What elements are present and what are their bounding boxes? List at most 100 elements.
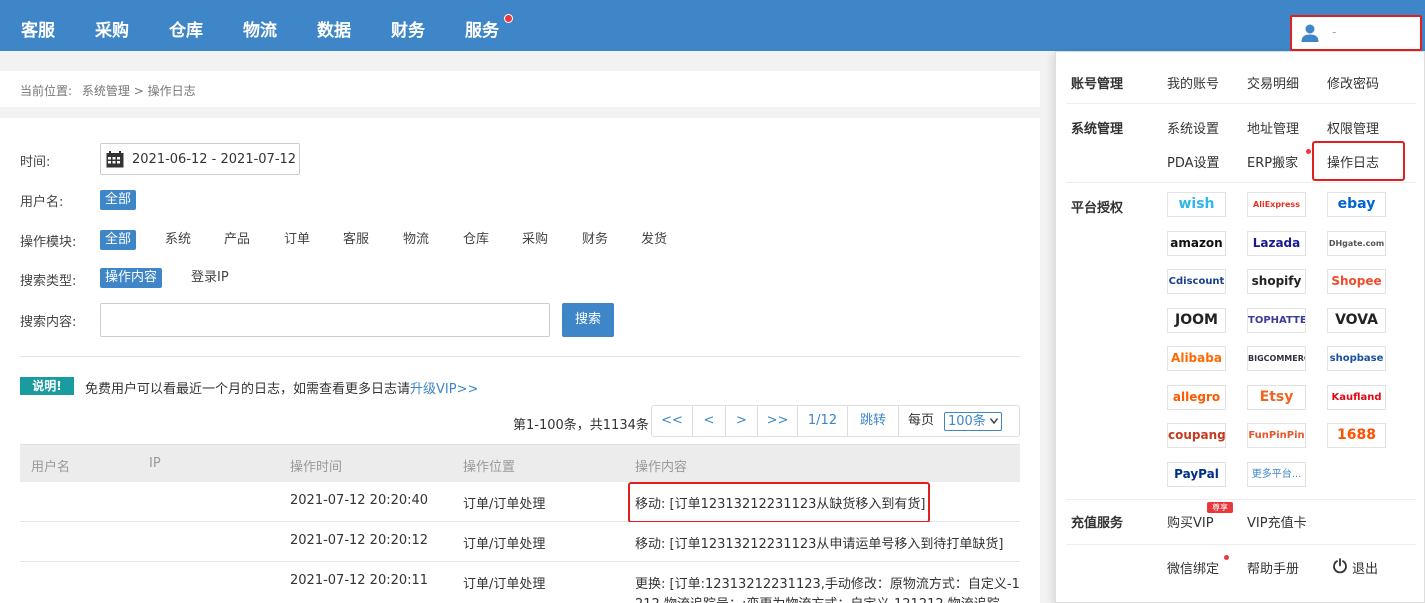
platform-logo-5[interactable]: DHgate.com: [1327, 231, 1386, 256]
cell-location: 订单/订单处理: [463, 497, 546, 512]
platform-logo-14[interactable]: shopbase: [1327, 346, 1386, 371]
platform-logo-6[interactable]: Cdiscount: [1167, 269, 1226, 294]
logout-link[interactable]: 退出: [1352, 558, 1378, 577]
page-jump-button[interactable]: 跳转: [848, 406, 899, 436]
breadcrumb-section[interactable]: 系统管理: [82, 84, 130, 98]
platform-logo-3[interactable]: amazon: [1167, 231, 1226, 256]
table-header: 用户名 IP 操作时间 操作位置 操作内容: [20, 444, 1020, 482]
platform-logo-16[interactable]: Etsy: [1247, 385, 1306, 410]
module-filter-label: 操作模块:: [20, 235, 77, 250]
top-nav: 客服 采购 仓库 物流 数据 财务 服务 -: [0, 0, 1425, 51]
search-type-login-ip[interactable]: 登录IP: [186, 268, 234, 288]
breadcrumb-bar: 当前位置: 系统管理 > 操作日志: [0, 71, 1040, 107]
platform-logo-13[interactable]: BIGCOMMERCE: [1247, 346, 1306, 371]
module-chip-product[interactable]: 产品: [219, 230, 255, 250]
search-input[interactable]: [100, 303, 550, 337]
panel-divider: [1066, 182, 1416, 183]
cell-content: 更换: [订单:12313212231123,手动修改：原物流方式：自定义-12…: [635, 577, 1020, 592]
upgrade-vip-link[interactable]: 升级VIP>>: [410, 382, 478, 397]
module-chip-purchase[interactable]: 采购: [517, 230, 553, 250]
vip-card-link[interactable]: VIP充值卡: [1247, 512, 1307, 531]
divider: [20, 356, 1020, 357]
notice-message: 免费用户可以看最近一个月的日志，如需查看更多日志请: [85, 382, 411, 397]
panel-divider: [1066, 103, 1416, 104]
my-account-link[interactable]: 我的账号: [1167, 73, 1219, 92]
buy-vip-link[interactable]: 购买VIP: [1167, 512, 1214, 531]
platform-logo-1[interactable]: AliExpress: [1247, 192, 1306, 217]
platform-logo-20[interactable]: 1688: [1327, 423, 1386, 448]
platform-logo-15[interactable]: allegro: [1167, 385, 1226, 410]
nav-item-finance[interactable]: 财务: [391, 0, 425, 51]
user-dropdown-panel: 账号管理 我的账号 交易明细 修改密码 系统管理 系统设置 地址管理 权限管理 …: [1055, 51, 1425, 603]
record-count: 第1-100条，共1134条: [513, 418, 649, 433]
per-page-select[interactable]: 100条: [944, 412, 1002, 431]
wechat-bind-link[interactable]: 微信绑定: [1167, 558, 1219, 577]
nav-item-service[interactable]: 服务: [465, 0, 499, 51]
platform-logo-10[interactable]: TOPHATTER: [1247, 308, 1306, 333]
date-range-picker[interactable]: 2021-06-12 - 2021-07-12: [100, 143, 300, 175]
user-icon: [1301, 24, 1319, 42]
page-next-button[interactable]: >: [726, 406, 758, 436]
module-chip-shipping[interactable]: 发货: [636, 230, 672, 250]
address-management-link[interactable]: 地址管理: [1247, 118, 1299, 137]
platform-logo-7[interactable]: shopify: [1247, 269, 1306, 294]
page-indicator[interactable]: 1/12: [798, 406, 848, 436]
transactions-link[interactable]: 交易明细: [1247, 73, 1299, 92]
chevron-down-icon: [990, 418, 998, 424]
module-chip-system[interactable]: 系统: [160, 230, 196, 250]
nav-item-purchase[interactable]: 采购: [95, 0, 129, 51]
table-row: 2021-07-12 20:20:11 订单/订单处理 更换: [订单:1231…: [20, 562, 1020, 603]
module-chip-finance[interactable]: 财务: [577, 230, 613, 250]
nav-item-customer-service[interactable]: 客服: [21, 0, 55, 51]
nav-item-warehouse[interactable]: 仓库: [169, 0, 203, 51]
help-manual-link[interactable]: 帮助手册: [1247, 558, 1299, 577]
search-type-content[interactable]: 操作内容: [100, 268, 163, 288]
highlight-annotation: [628, 482, 930, 523]
user-menu-button[interactable]: -: [1290, 15, 1422, 51]
search-type-label: 搜索类型:: [20, 274, 77, 289]
search-button[interactable]: 搜索: [562, 303, 614, 337]
user-filter-all[interactable]: 全部: [100, 190, 137, 210]
platform-logo-21[interactable]: PayPal: [1167, 462, 1226, 487]
erp-notification-dot: [1306, 149, 1311, 154]
per-page-label: 每页: [907, 413, 934, 428]
page-prev-button[interactable]: <: [693, 406, 726, 436]
platform-logo-17[interactable]: Kaufland: [1327, 385, 1386, 410]
module-chip-all[interactable]: 全部: [100, 230, 137, 250]
module-chip-customer-service[interactable]: 客服: [338, 230, 374, 250]
table-row: 2021-07-12 20:20:40 订单/订单处理 移动: [订单12313…: [20, 482, 1020, 523]
power-icon[interactable]: [1332, 558, 1348, 574]
col-header-time: 操作时间: [290, 460, 343, 475]
erp-migration-link[interactable]: ERP搬家: [1247, 152, 1298, 171]
permission-management-link[interactable]: 权限管理: [1327, 118, 1379, 137]
page-last-button[interactable]: >>: [758, 406, 798, 436]
page-first-button[interactable]: <<: [652, 406, 693, 436]
module-chip-logistics[interactable]: 物流: [398, 230, 434, 250]
platform-logo-19[interactable]: FunPinPin: [1247, 423, 1306, 448]
pagination: << < > >> 1/12 跳转 每页 100条: [651, 405, 1020, 437]
platform-logo-12[interactable]: Alibaba: [1167, 346, 1226, 371]
service-notification-dot: [504, 14, 513, 23]
change-password-link[interactable]: 修改密码: [1327, 73, 1379, 92]
platform-logo-0[interactable]: wish: [1167, 192, 1226, 217]
cell-content-line2: 212 物流追踪号：;变更为物流方式：自定义-121212 物流追踪: [635, 593, 1000, 603]
cell-location: 订单/订单处理: [463, 537, 546, 552]
module-chip-warehouse[interactable]: 仓库: [458, 230, 494, 250]
platform-logo-2[interactable]: ebay: [1327, 192, 1386, 217]
calendar-icon: [106, 151, 124, 168]
platform-logo-4[interactable]: Lazada: [1247, 231, 1306, 256]
nav-item-logistics[interactable]: 物流: [243, 0, 277, 51]
module-chip-order[interactable]: 订单: [279, 230, 315, 250]
platform-logo-9[interactable]: JOOM: [1167, 308, 1226, 333]
pda-settings-link[interactable]: PDA设置: [1167, 152, 1220, 171]
system-section-title: 系统管理: [1071, 122, 1124, 137]
platform-logo-8[interactable]: Shopee: [1327, 269, 1386, 294]
main-content: 时间: 2021-06-12 - 2021-07-12 用户名: 全部 操作模块…: [0, 118, 1040, 603]
platform-logo-18[interactable]: coupang: [1167, 423, 1226, 448]
platform-logo-11[interactable]: VOVA: [1327, 308, 1386, 333]
system-settings-link[interactable]: 系统设置: [1167, 118, 1219, 137]
breadcrumb: 当前位置: 系统管理 > 操作日志: [20, 82, 196, 99]
col-header-location: 操作位置: [463, 460, 516, 475]
nav-item-data[interactable]: 数据: [317, 0, 351, 51]
platform-logo-22[interactable]: 更多平台...: [1247, 462, 1306, 487]
